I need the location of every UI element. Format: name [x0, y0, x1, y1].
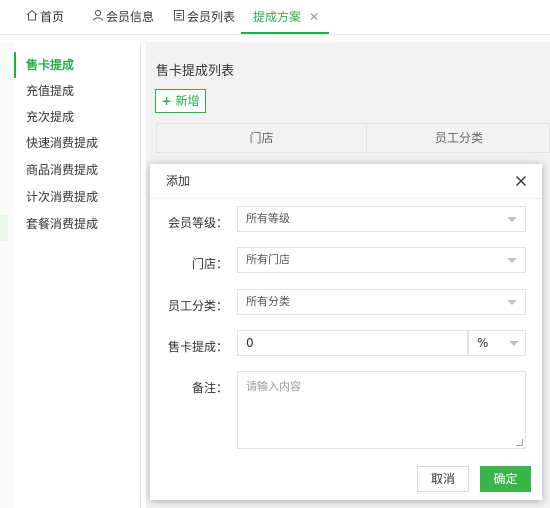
close-icon[interactable]: ✕: [309, 10, 319, 24]
chevron-down-icon: [507, 217, 517, 222]
remark-textarea[interactable]: 请输入内容: [237, 371, 526, 449]
confirm-button[interactable]: 确定: [480, 466, 531, 492]
tab-member-list[interactable]: 会员列表: [173, 0, 235, 34]
sidebar: 售卡提成 充值提成 充次提成 快速消费提成 商品消费提成 计次消费提成 套餐消费…: [14, 42, 141, 508]
sidebar-item-card-commission[interactable]: 售卡提成: [14, 52, 141, 78]
chevron-down-icon: [507, 300, 517, 305]
resize-handle-icon[interactable]: [516, 439, 523, 446]
card-commission-label: 售卡提成：: [167, 340, 228, 354]
sidebar-item-count-recharge-commission[interactable]: 充次提成: [14, 104, 141, 130]
left-edge: [0, 42, 14, 508]
commission-unit-select[interactable]: %: [468, 330, 526, 356]
staff-category-label: 员工分类：: [167, 299, 228, 313]
card-commission-value: 0: [246, 336, 254, 350]
member-level-value: 所有等级: [246, 212, 290, 225]
tab-member-info[interactable]: 会员信息: [92, 0, 154, 34]
add-button-label: 新增: [175, 94, 200, 108]
tab-bar: 首页 会员信息 会员列表 提成方案 ✕: [0, 0, 550, 35]
close-icon[interactable]: [512, 172, 530, 190]
add-button[interactable]: + 新增: [155, 89, 206, 113]
left-edge-marker: [0, 215, 8, 241]
user-icon: [92, 0, 104, 34]
tab-commission-plan-label: 提成方案: [253, 10, 302, 24]
tab-member-info-label: 会员信息: [106, 10, 155, 24]
dialog-title: 添加: [166, 174, 191, 188]
commission-unit-value: %: [477, 336, 489, 350]
dialog-header: 添加: [150, 164, 542, 199]
staff-category-value: 所有分类: [246, 295, 290, 308]
sidebar-item-recharge-commission[interactable]: 充值提成: [14, 78, 141, 104]
chevron-down-icon: [509, 341, 519, 346]
tab-commission-plan[interactable]: 提成方案 ✕: [241, 0, 329, 34]
store-value: 所有门店: [246, 253, 290, 266]
tab-home[interactable]: 首页: [26, 0, 64, 34]
column-header-store: 门店: [157, 124, 367, 152]
table-header: 门店 员工分类: [156, 123, 550, 153]
list-icon: [173, 0, 185, 34]
member-level-select[interactable]: 所有等级: [237, 206, 526, 232]
remark-label: 备注：: [191, 381, 228, 395]
page-title: 售卡提成列表: [156, 64, 235, 79]
sidebar-item-goods-consume-commission[interactable]: 商品消费提成: [14, 157, 141, 183]
remark-placeholder: 请输入内容: [246, 380, 301, 393]
column-header-staff-category: 员工分类: [434, 131, 483, 145]
staff-category-select[interactable]: 所有分类: [237, 289, 526, 315]
card-commission-input[interactable]: 0: [237, 330, 468, 356]
store-label: 门店：: [191, 257, 228, 271]
plus-icon: +: [161, 94, 172, 108]
member-level-label: 会员等级：: [167, 216, 228, 230]
tab-member-list-label: 会员列表: [187, 10, 236, 24]
chevron-down-icon: [507, 258, 517, 263]
add-dialog: 添加 会员等级： 所有等级 门店： 所有门店 员工分类： 所有分类 售卡提成： …: [150, 164, 542, 500]
sidebar-item-count-consume-commission[interactable]: 计次消费提成: [14, 184, 141, 210]
tab-home-label: 首页: [40, 10, 65, 24]
store-select[interactable]: 所有门店: [237, 247, 526, 273]
cancel-button[interactable]: 取消: [417, 466, 469, 492]
home-icon: [26, 0, 38, 34]
sidebar-item-package-consume-commission[interactable]: 套餐消费提成: [14, 211, 141, 237]
sidebar-item-quick-consume-commission[interactable]: 快速消费提成: [14, 130, 141, 156]
